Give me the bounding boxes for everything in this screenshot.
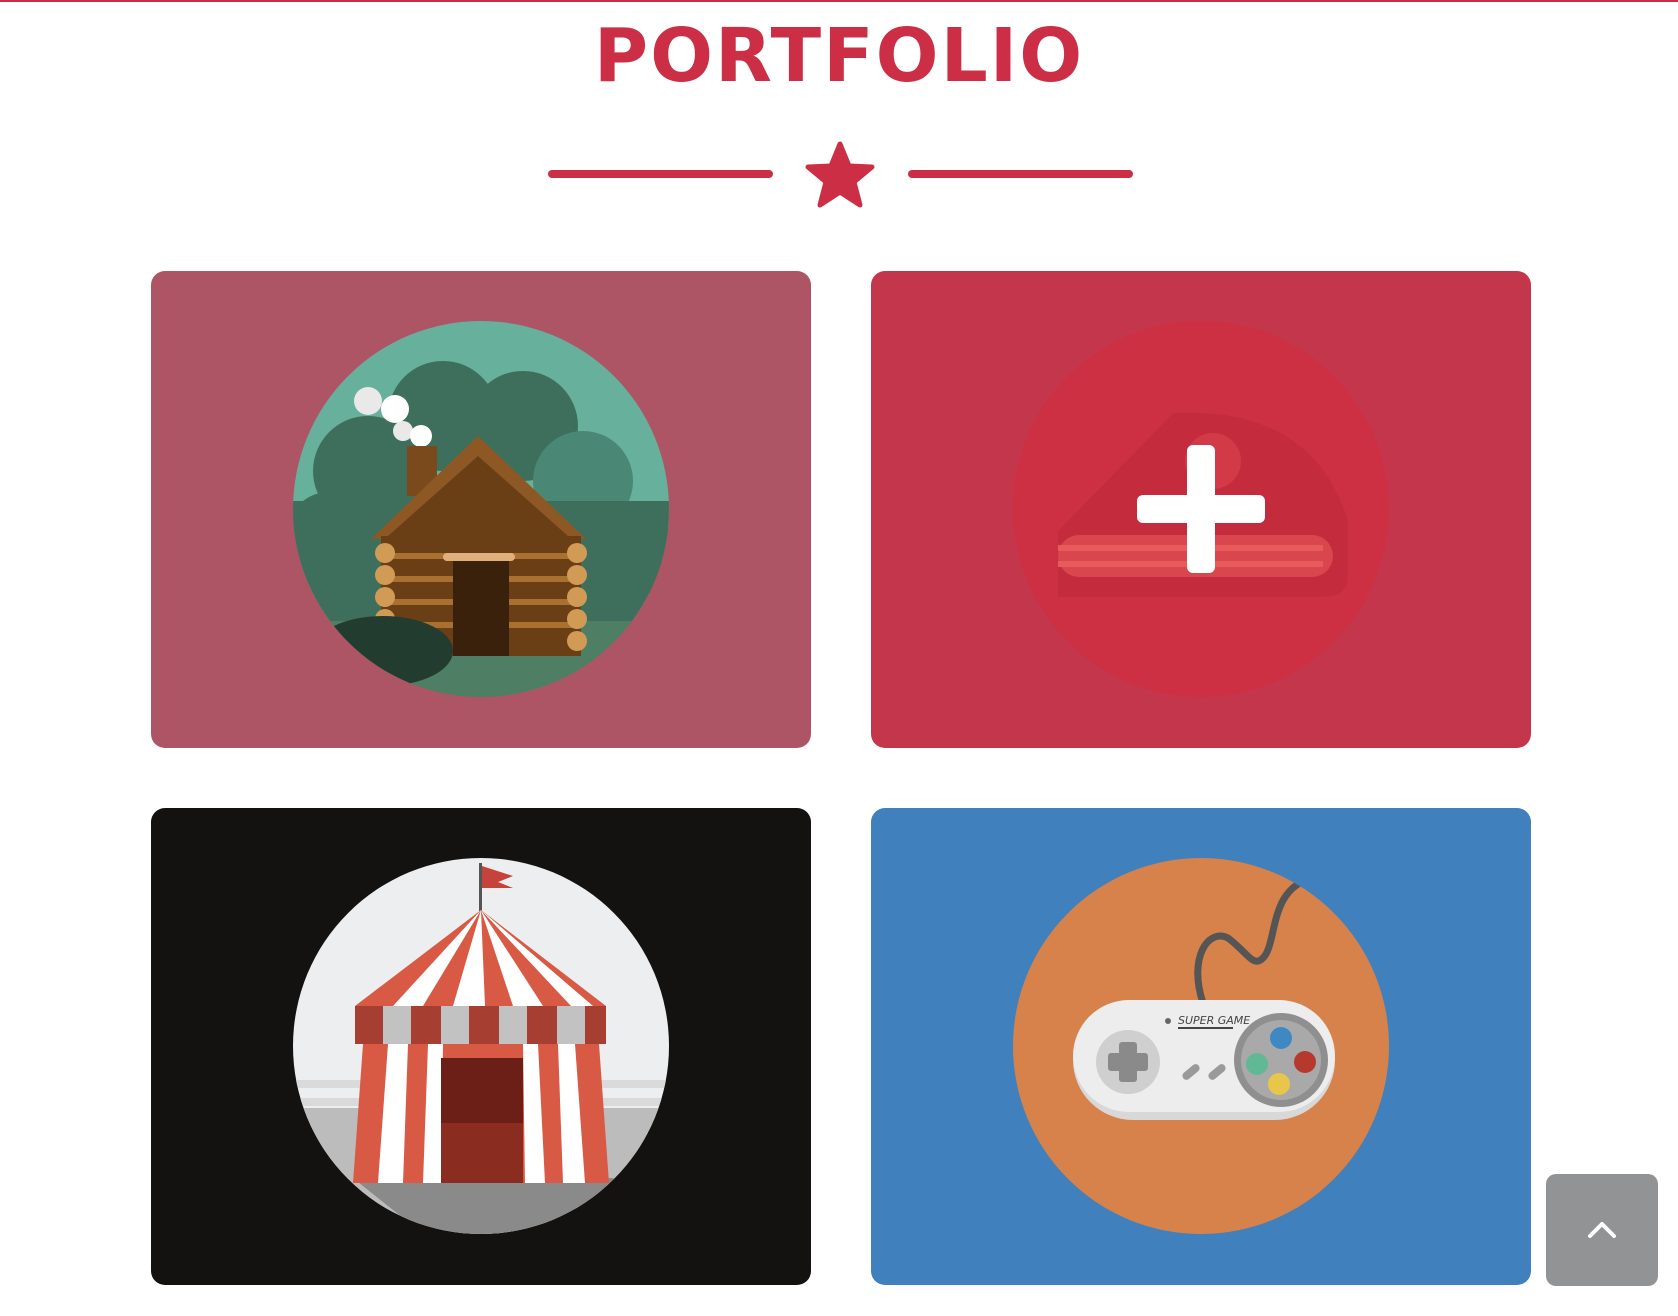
controller-brand-label: SUPER GAME (1178, 1014, 1250, 1027)
portfolio-item-cabin[interactable] (151, 271, 811, 748)
chevron-up-icon (1588, 1222, 1616, 1238)
plus-icon[interactable] (1137, 445, 1265, 573)
scroll-to-top-button[interactable] (1546, 1174, 1658, 1286)
portfolio-section: PORTFOLIO SUPER GAME (0, 0, 1678, 1316)
divider-line-right (908, 170, 1133, 178)
section-title: PORTFOLIO (593, 13, 1085, 99)
game-controller-icon: SUPER GAME (1013, 858, 1389, 1234)
portfolio-item-controller[interactable]: SUPER GAME (871, 808, 1531, 1285)
star-icon (805, 141, 875, 208)
circus-tent-icon (293, 858, 669, 1234)
portfolio-item-circus[interactable] (151, 808, 811, 1285)
divider-line-left (548, 170, 773, 178)
portfolio-item-cake[interactable] (871, 271, 1531, 748)
log-cabin-icon (293, 321, 669, 697)
